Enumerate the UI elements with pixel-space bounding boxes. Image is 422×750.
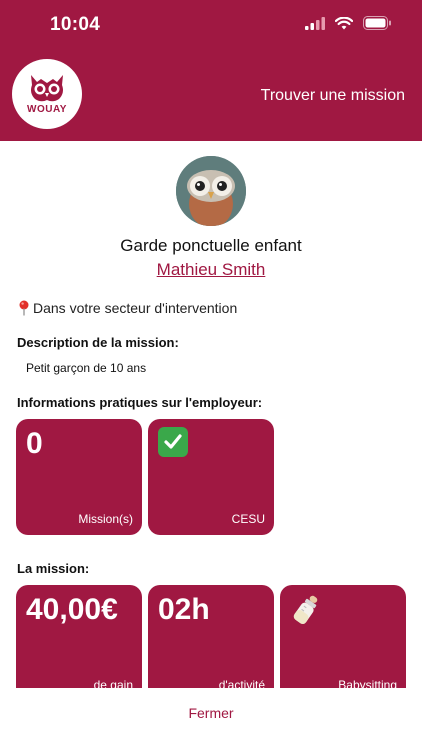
employer-avatar	[176, 156, 246, 226]
location-row: Dans votre secteur d'intervention	[17, 300, 237, 316]
baby-bottle-icon	[293, 595, 318, 624]
employer-info-heading: Informations pratiques sur l'employeur:	[17, 395, 263, 410]
missions-count-tile: 0 Mission(s)	[16, 419, 142, 535]
close-button[interactable]: Fermer	[0, 705, 422, 721]
description-text: Petit garçon de 10 ans	[26, 361, 147, 375]
duration-value: 02h	[158, 593, 210, 626]
earnings-value: 40,00€	[26, 593, 118, 626]
status-icons	[305, 16, 392, 30]
owl-logo-icon	[31, 75, 63, 102]
cesu-caption: CESU	[231, 512, 265, 526]
location-pin-icon	[19, 300, 29, 316]
employer-name-link[interactable]: Mathieu Smith	[0, 260, 422, 280]
find-mission-link[interactable]: Trouver une mission	[261, 87, 405, 105]
battery-icon	[363, 16, 391, 30]
cesu-tile: CESU	[148, 419, 274, 535]
category-tile: Babysitting	[280, 585, 406, 701]
owl-figurine-image	[176, 156, 246, 226]
missions-count-caption: Mission(s)	[78, 512, 133, 526]
earnings-tile: 40,00€ de gain	[16, 585, 142, 701]
location-text: Dans votre secteur d'intervention	[33, 300, 238, 316]
status-bar: 10:04	[0, 0, 422, 50]
mission-title: Garde ponctuelle enfant	[120, 236, 302, 255]
logo-text: WOUAY	[27, 104, 67, 115]
wifi-icon	[335, 16, 353, 29]
check-mark-icon	[158, 427, 188, 457]
app-header: 10:04 WOUAY Trouver une mission	[0, 0, 422, 141]
status-time: 10:04	[50, 14, 101, 35]
missions-count-value: 0	[26, 427, 43, 460]
description-heading: Description de la mission:	[17, 335, 179, 350]
cellular-signal-icon	[305, 16, 325, 30]
duration-tile: 02h d'activité	[148, 585, 274, 701]
mission-heading: La mission:	[17, 561, 90, 576]
app-logo[interactable]: WOUAY	[12, 59, 82, 129]
